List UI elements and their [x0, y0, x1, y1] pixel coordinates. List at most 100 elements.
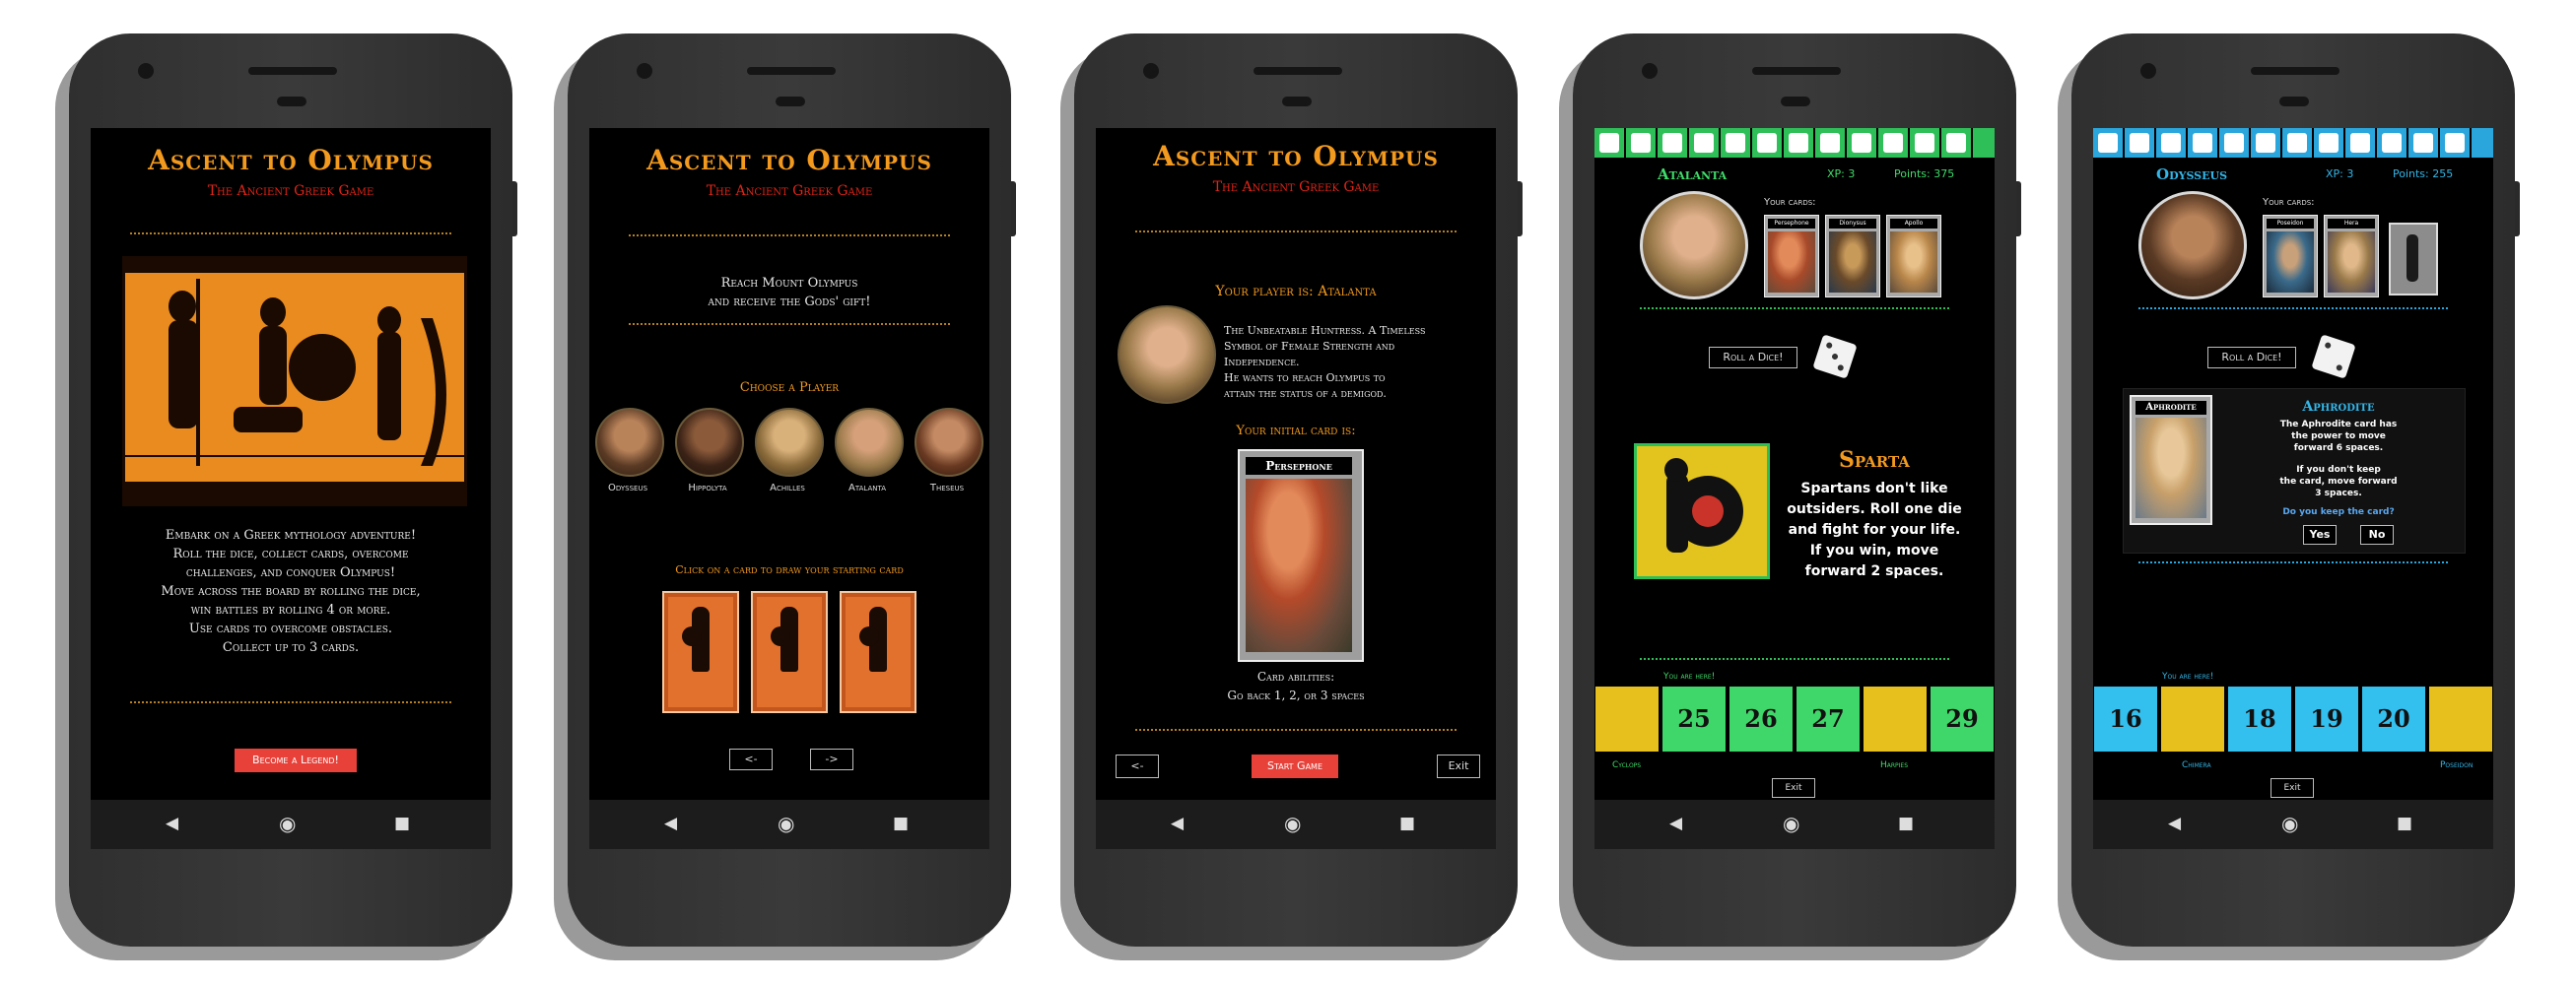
empty-card-slot	[2389, 223, 2438, 296]
owned-card-poseidon[interactable]: Poseidon	[2263, 215, 2318, 297]
roll-dice-button[interactable]: Roll a Dice!	[1709, 347, 1797, 368]
proximity-sensor	[1781, 97, 1810, 106]
chain-divider	[629, 234, 950, 236]
draw-card-label: Click on a card to draw your starting ca…	[675, 563, 904, 576]
event-line: forward 2 spaces.	[1804, 563, 1944, 579]
tile-border	[1594, 128, 1995, 158]
warrior-silhouette	[771, 607, 798, 672]
owned-card-art	[1768, 231, 1815, 293]
android-nav-bar: ◀ ◉ ■	[91, 800, 491, 849]
start-game-button[interactable]: Start Game	[1252, 755, 1338, 778]
next-button[interactable]: ->	[810, 749, 853, 770]
player-name: Theseus	[929, 483, 965, 493]
recents-icon[interactable]: ■	[893, 814, 909, 833]
your-cards-label: Your cards:	[1764, 197, 1816, 208]
home-icon[interactable]: ◉	[2281, 814, 2298, 833]
board-square: 25	[1661, 686, 1727, 753]
chain-divider	[130, 701, 451, 703]
home-icon[interactable]: ◉	[778, 814, 794, 833]
board-square-chimera	[2160, 686, 2225, 753]
card-back[interactable]	[840, 591, 916, 713]
hero-vase-painting	[122, 256, 467, 506]
back-icon[interactable]: ◀	[664, 814, 677, 833]
home-icon[interactable]: ◉	[1284, 814, 1301, 833]
roll-dice-button[interactable]: Roll a Dice!	[2207, 347, 2296, 368]
no-button[interactable]: No	[2360, 525, 2394, 545]
recents-icon[interactable]: ■	[394, 814, 410, 833]
exit-button[interactable]: Exit	[2271, 778, 2314, 798]
owned-card-apollo[interactable]: Apollo	[1886, 215, 1941, 297]
xp-label: XP: 3	[1827, 167, 1856, 180]
phone-5: Odysseus XP: 3 Points: 255 Your cards: P…	[2071, 33, 2520, 947]
prev-button[interactable]: <-	[729, 749, 773, 770]
home-icon[interactable]: ◉	[279, 814, 296, 833]
proximity-sensor	[1282, 97, 1312, 106]
board-label-cyclops: Cyclops	[1612, 760, 1642, 770]
front-camera	[138, 63, 154, 79]
player-name: Odysseus	[607, 483, 648, 493]
player-portrait-achilles[interactable]	[755, 408, 824, 477]
back-icon[interactable]: ◀	[1669, 814, 1682, 833]
points-label: Points: 375	[1894, 167, 1955, 180]
card-back[interactable]	[662, 591, 739, 713]
event-line: outsiders. Roll one die	[1787, 501, 1962, 517]
intro-text: Embark on a Greek mythology adventure! R…	[91, 526, 491, 657]
owned-card-art	[1829, 231, 1876, 293]
card-back[interactable]	[751, 591, 828, 713]
card-decision-dialog: Aphrodite Aphrodite The Aphrodite card h…	[2123, 388, 2466, 554]
screen-choose-player: Ascent to Olympus The Ancient Greek Game…	[589, 128, 989, 800]
owned-card-hera[interactable]: Hera	[2324, 215, 2379, 297]
screen-player-selected: Ascent to Olympus The Ancient Greek Game…	[1096, 128, 1496, 800]
dialog-line: If you don't keep	[2296, 465, 2381, 475]
app-title: Ascent to Olympus	[148, 144, 434, 176]
back-icon[interactable]: ◀	[1171, 814, 1184, 833]
app-subtitle: The Ancient Greek Game	[207, 183, 374, 199]
back-icon[interactable]: ◀	[2168, 814, 2181, 833]
warrior-silhouette	[859, 607, 887, 672]
bio-line: The Unbeatable Huntress. A Timeless	[1224, 324, 1426, 337]
app-title: Ascent to Olympus	[646, 144, 932, 176]
dice-icon[interactable]	[1812, 334, 1858, 379]
exit-button[interactable]: Exit	[1772, 778, 1815, 798]
become-legend-button[interactable]: Become a Legend!	[235, 749, 357, 772]
home-icon[interactable]: ◉	[1783, 814, 1799, 833]
xp-label: XP: 3	[2326, 167, 2354, 180]
player-portrait-hippolyta[interactable]	[675, 408, 744, 477]
player-portrait-odysseus[interactable]	[595, 408, 664, 477]
chain-divider	[1640, 658, 1949, 660]
player-portrait-atalanta	[1118, 305, 1216, 404]
game-board-strip: 25 26 27 29	[1594, 686, 1995, 753]
earpiece-speaker	[1752, 67, 1841, 75]
board-label-poseidon: Poseidon	[2440, 760, 2474, 770]
player-portrait-atalanta	[1640, 191, 1748, 299]
chain-divider	[1135, 230, 1457, 232]
event-line: Spartans don't like	[1800, 481, 1948, 496]
player-portrait-atalanta[interactable]	[835, 408, 904, 477]
owned-card-persephone[interactable]: Persephone	[1764, 215, 1819, 297]
earpiece-speaker	[2251, 67, 2339, 75]
recents-icon[interactable]: ■	[1898, 814, 1914, 833]
back-icon[interactable]: ◀	[166, 814, 178, 833]
owned-card-dionysus[interactable]: Dionysus	[1825, 215, 1880, 297]
back-button[interactable]: <-	[1116, 755, 1159, 778]
dialog-line: the power to move	[2291, 431, 2386, 441]
exit-button[interactable]: Exit	[1437, 755, 1480, 778]
your-player-label: Your player is: Atalanta	[1215, 284, 1377, 299]
event-line: and fight for your life.	[1788, 522, 1961, 538]
player-portrait-theseus[interactable]	[915, 408, 983, 477]
app-subtitle: The Ancient Greek Game	[706, 183, 873, 199]
dialog-line: forward 6 spaces.	[2293, 443, 2384, 453]
player-name: Atalanta	[1658, 165, 1728, 183]
card-abilities: Card abilities: Go back 1, 2, or 3 space…	[1096, 668, 1496, 705]
screen-welcome: Ascent to Olympus The Ancient Greek Game	[91, 128, 491, 800]
yes-button[interactable]: Yes	[2303, 525, 2337, 545]
dialog-line: 3 spaces.	[2315, 489, 2362, 498]
recents-icon[interactable]: ■	[2397, 814, 2412, 833]
player-name: Achilles	[770, 483, 805, 493]
card-title: Persephone	[1246, 457, 1352, 475]
intro-line: Move across the board by rolling the dic…	[161, 584, 421, 599]
dice-icon[interactable]	[2311, 334, 2356, 379]
event-description: Spartans don't like outsiders. Roll one …	[1778, 479, 1971, 582]
recents-icon[interactable]: ■	[1399, 814, 1415, 833]
abilities-line: Card abilities:	[1256, 670, 1335, 684]
